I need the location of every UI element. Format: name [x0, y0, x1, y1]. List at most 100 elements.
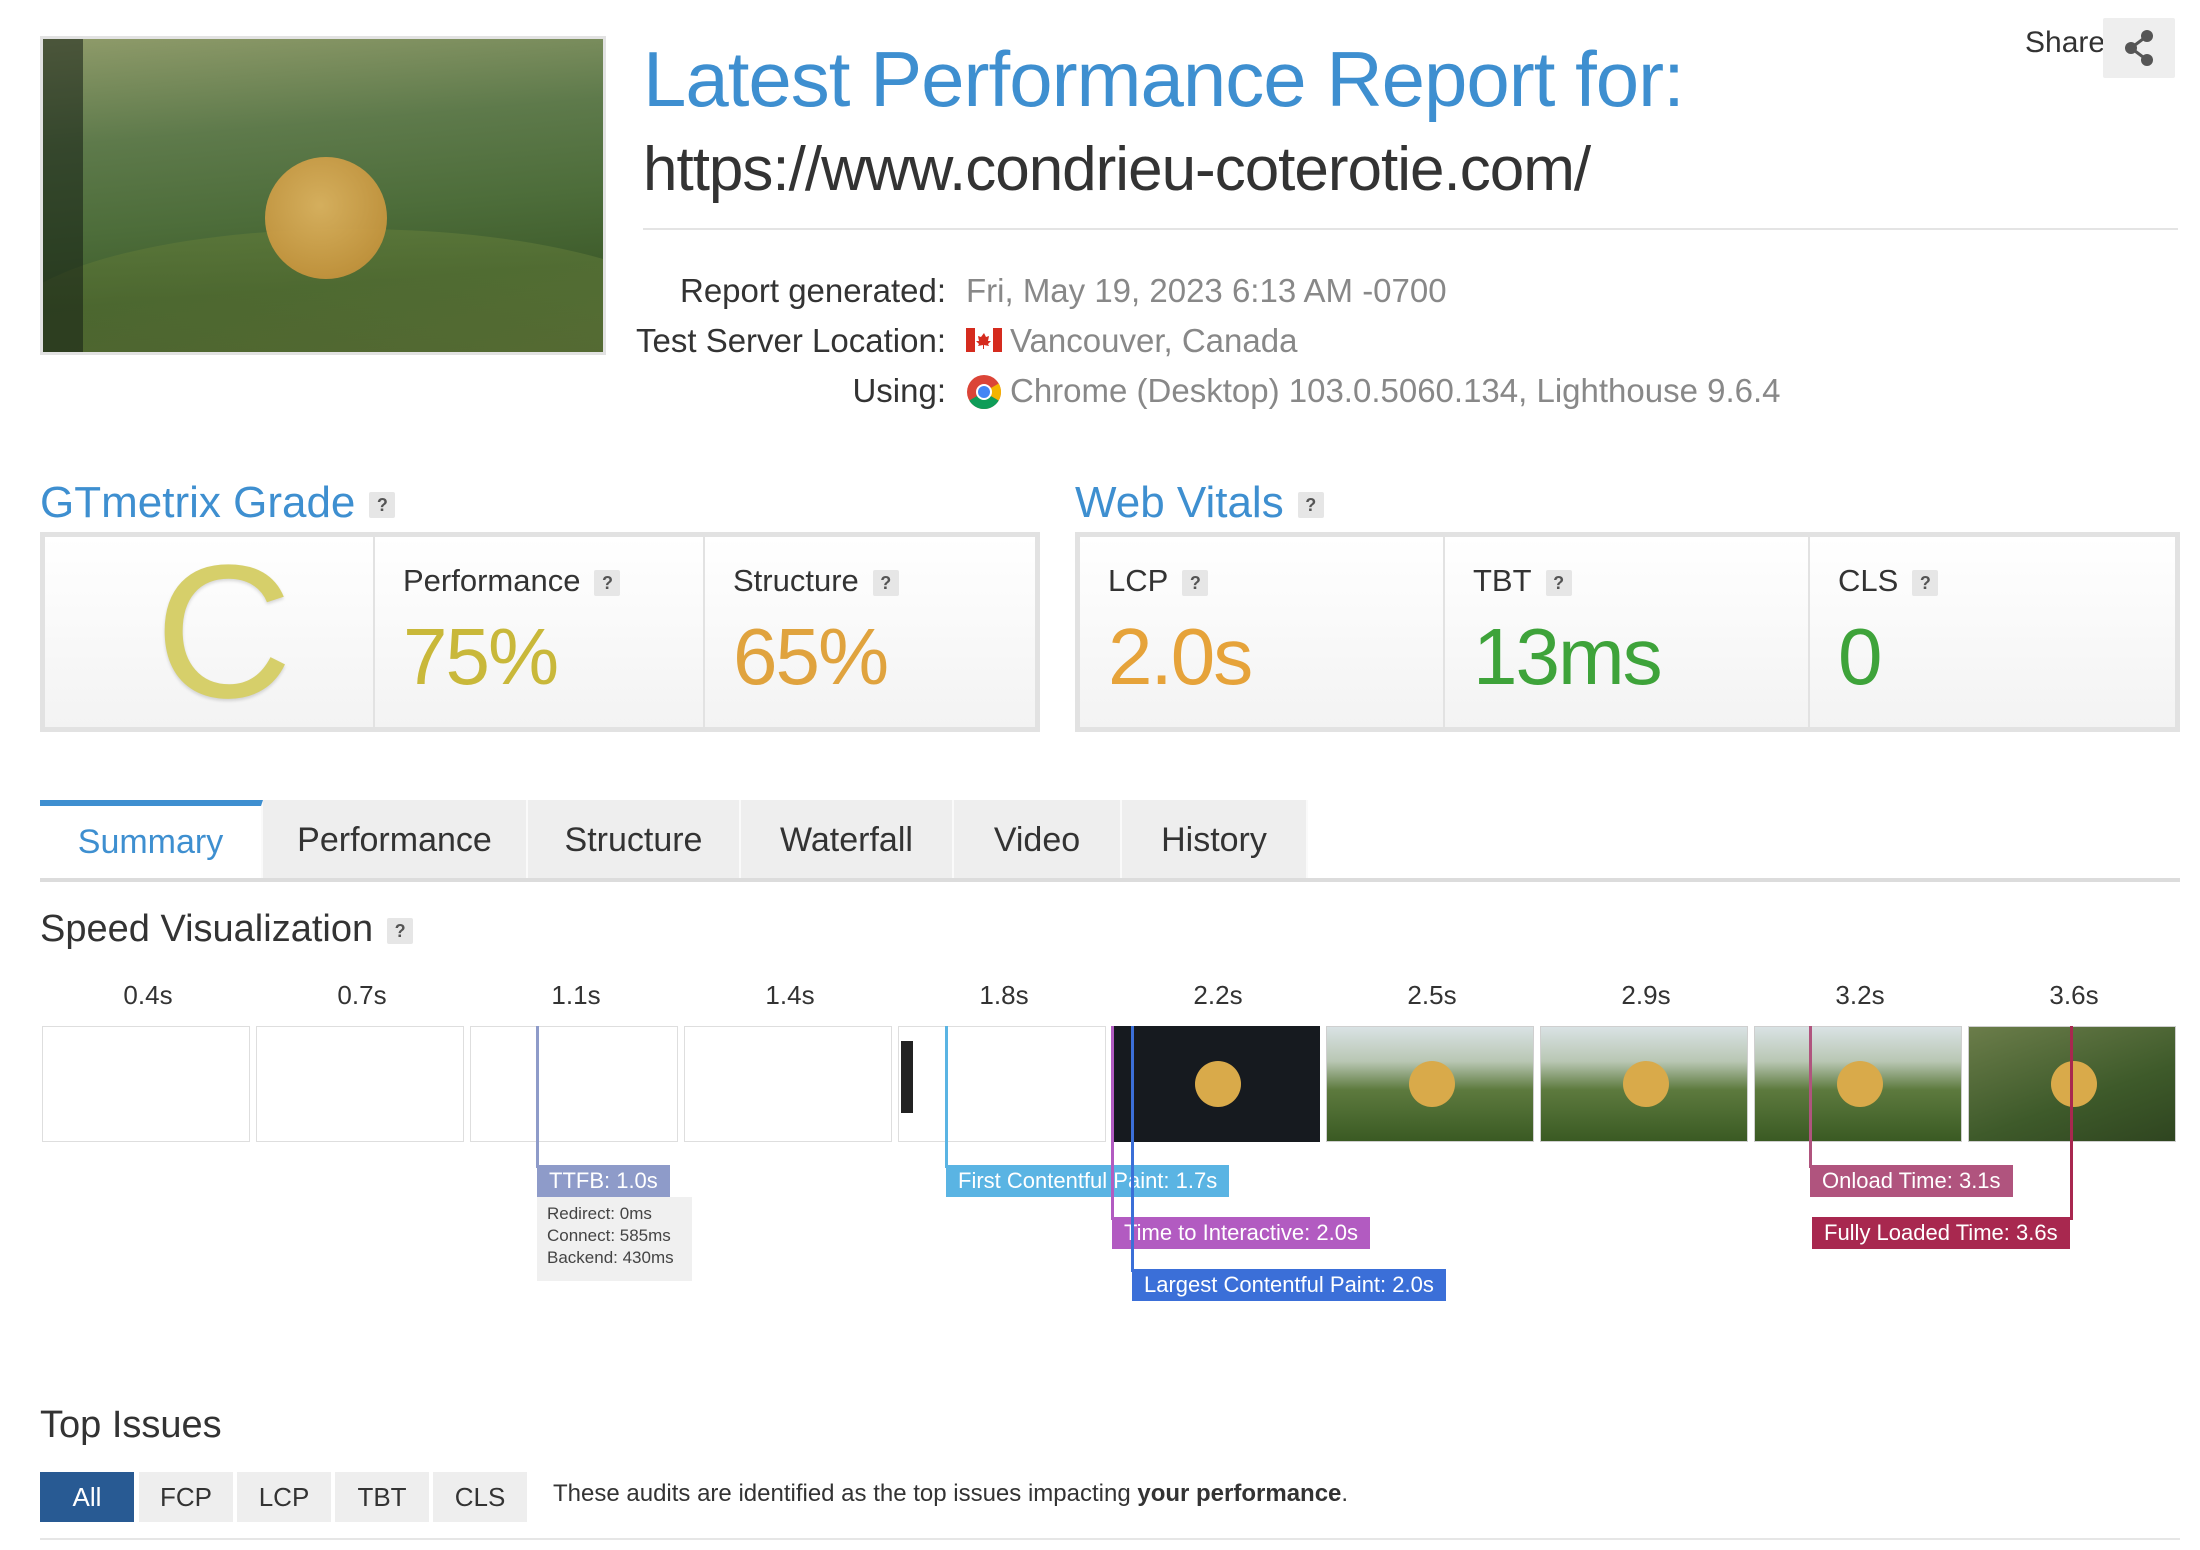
report-url[interactable]: https://www.condrieu-coterotie.com/	[643, 134, 1591, 205]
grade-cell: C	[45, 537, 375, 727]
cls-cell: CLS? 0	[1810, 537, 2175, 727]
filter-cls[interactable]: CLS	[433, 1472, 527, 1522]
issues-note-bold: your performance	[1137, 1480, 1342, 1507]
ttfb-marker-label[interactable]: TTFB: 1.0s	[537, 1165, 670, 1197]
timeline-tick: 1.8s	[979, 980, 1029, 1010]
frame-logo	[2051, 1061, 2097, 1107]
fcp-marker-label[interactable]: First Contentful Paint: 1.7s	[946, 1165, 1230, 1197]
filmstrip-frame[interactable]	[256, 1026, 464, 1142]
gtmetrix-grade-label: GTmetrix Grade	[40, 478, 356, 527]
filmstrip-frame[interactable]	[42, 1026, 250, 1142]
lcp-marker-label[interactable]: Largest Contentful Paint: 2.0s	[1132, 1269, 1446, 1301]
thumbnail-sidebar	[43, 39, 83, 352]
share-button[interactable]	[2103, 18, 2175, 78]
tab-waterfall[interactable]: Waterfall	[741, 800, 954, 878]
frame-logo	[1195, 1061, 1241, 1107]
grade-card: C Performance? 75% Structure? 65%	[40, 532, 1040, 732]
structure-label: Structure	[733, 563, 859, 598]
grade-letter: C	[155, 526, 293, 738]
tabs-underline	[40, 878, 2180, 882]
tbt-value: 13ms	[1473, 612, 1663, 701]
timeline-tick: 3.6s	[2049, 980, 2099, 1010]
filter-tbt[interactable]: TBT	[335, 1472, 429, 1522]
cls-label: CLS	[1838, 563, 1899, 598]
lcp-label-wrap: LCP?	[1108, 563, 1209, 599]
structure-label-wrap: Structure?	[733, 563, 899, 599]
fcp-marker-line	[945, 1026, 948, 1168]
help-icon[interactable]: ?	[1545, 569, 1572, 596]
timeline-tick: 3.2s	[1835, 980, 1885, 1010]
timeline-tick: 2.2s	[1193, 980, 1243, 1010]
timeline-tick: 0.4s	[123, 980, 173, 1010]
using-value: Chrome (Desktop) 103.0.5060.134, Lightho…	[1010, 372, 1781, 409]
lcp-value: 2.0s	[1108, 612, 1253, 701]
ttfb-backend: Backend: 430ms	[547, 1248, 674, 1267]
tbt-cell: TBT? 13ms	[1445, 537, 1810, 727]
frame-logo	[1837, 1061, 1883, 1107]
web-vitals-label: Web Vitals	[1075, 478, 1284, 527]
tti-marker-label[interactable]: Time to Interactive: 2.0s	[1112, 1217, 1370, 1249]
help-icon[interactable]: ?	[1297, 492, 1324, 519]
issues-divider	[40, 1538, 2180, 1540]
lcp-marker-line	[1131, 1026, 1134, 1272]
web-vitals-card: LCP? 2.0s TBT? 13ms CLS? 0	[1075, 532, 2180, 732]
onload-marker-label[interactable]: Onload Time: 3.1s	[1810, 1165, 2013, 1197]
ttfb-redirect: Redirect: 0ms	[547, 1204, 652, 1223]
performance-label: Performance	[403, 563, 581, 598]
performance-value: 75%	[403, 612, 559, 701]
timeline-tick: 2.9s	[1621, 980, 1671, 1010]
help-icon[interactable]: ?	[872, 569, 899, 596]
filter-all[interactable]: All	[40, 1472, 134, 1522]
performance-label-wrap: Performance?	[403, 563, 621, 599]
ttfb-marker-line	[536, 1026, 539, 1168]
issues-note-suffix: .	[1341, 1480, 1349, 1507]
timeline-tick: 1.4s	[765, 980, 815, 1010]
tab-structure[interactable]: Structure	[528, 800, 741, 878]
canada-flag-icon	[966, 328, 1002, 352]
filmstrip-frame[interactable]	[1754, 1026, 1962, 1142]
timeline-tick: 1.1s	[551, 980, 601, 1010]
filmstrip-frame[interactable]	[1540, 1026, 1748, 1142]
server-location-label: Test Server Location:	[636, 322, 946, 359]
thumbnail-logo-seal	[265, 157, 387, 279]
gtmetrix-grade-title: GTmetrix Grade?	[40, 478, 396, 528]
fully-loaded-marker-label[interactable]: Fully Loaded Time: 3.6s	[1812, 1217, 2070, 1249]
frame-partial-render	[901, 1041, 913, 1113]
cls-label-wrap: CLS?	[1838, 563, 1939, 599]
tbt-label: TBT	[1473, 563, 1532, 598]
filter-lcp[interactable]: LCP	[237, 1472, 331, 1522]
filmstrip-frame[interactable]	[684, 1026, 892, 1142]
cls-value: 0	[1838, 612, 1882, 701]
lcp-cell: LCP? 2.0s	[1080, 537, 1445, 727]
report-tabs: Summary Performance Structure Waterfall …	[40, 800, 2180, 882]
tab-performance[interactable]: Performance	[263, 800, 528, 878]
structure-value: 65%	[733, 612, 889, 701]
lcp-label: LCP	[1108, 563, 1169, 598]
tti-marker-line	[1111, 1026, 1114, 1220]
filter-fcp[interactable]: FCP	[139, 1472, 233, 1522]
report-generated-value: Fri, May 19, 2023 6:13 AM -0700	[966, 272, 1447, 309]
speed-visualization-label: Speed Visualization	[40, 908, 374, 950]
filmstrip-frame[interactable]	[898, 1026, 1106, 1142]
report-generated-label: Report generated:	[679, 272, 946, 309]
help-icon[interactable]: ?	[1182, 569, 1209, 596]
report-title: Latest Performance Report for:	[643, 35, 1685, 123]
timeline-tick: 0.7s	[337, 980, 387, 1010]
tab-summary[interactable]: Summary	[40, 800, 263, 878]
chrome-icon	[967, 375, 1001, 409]
filmstrip-frame[interactable]	[1326, 1026, 1534, 1142]
issues-note-prefix: These audits are identified as the top i…	[553, 1480, 1138, 1507]
filmstrip-frame[interactable]	[1112, 1026, 1320, 1142]
speed-visualization-title: Speed Visualization?	[40, 908, 414, 951]
top-issues-description: These audits are identified as the top i…	[553, 1480, 1348, 1508]
tab-history[interactable]: History	[1122, 800, 1308, 878]
help-icon[interactable]: ?	[1912, 569, 1939, 596]
tab-video[interactable]: Video	[954, 800, 1122, 878]
help-icon[interactable]: ?	[594, 569, 621, 596]
help-icon[interactable]: ?	[387, 917, 414, 944]
timeline-tick: 2.5s	[1407, 980, 1457, 1010]
filmstrip-frame[interactable]	[470, 1026, 678, 1142]
ttfb-connect: Connect: 585ms	[547, 1226, 671, 1245]
performance-cell: Performance? 75%	[375, 537, 705, 727]
help-icon[interactable]: ?	[369, 492, 396, 519]
